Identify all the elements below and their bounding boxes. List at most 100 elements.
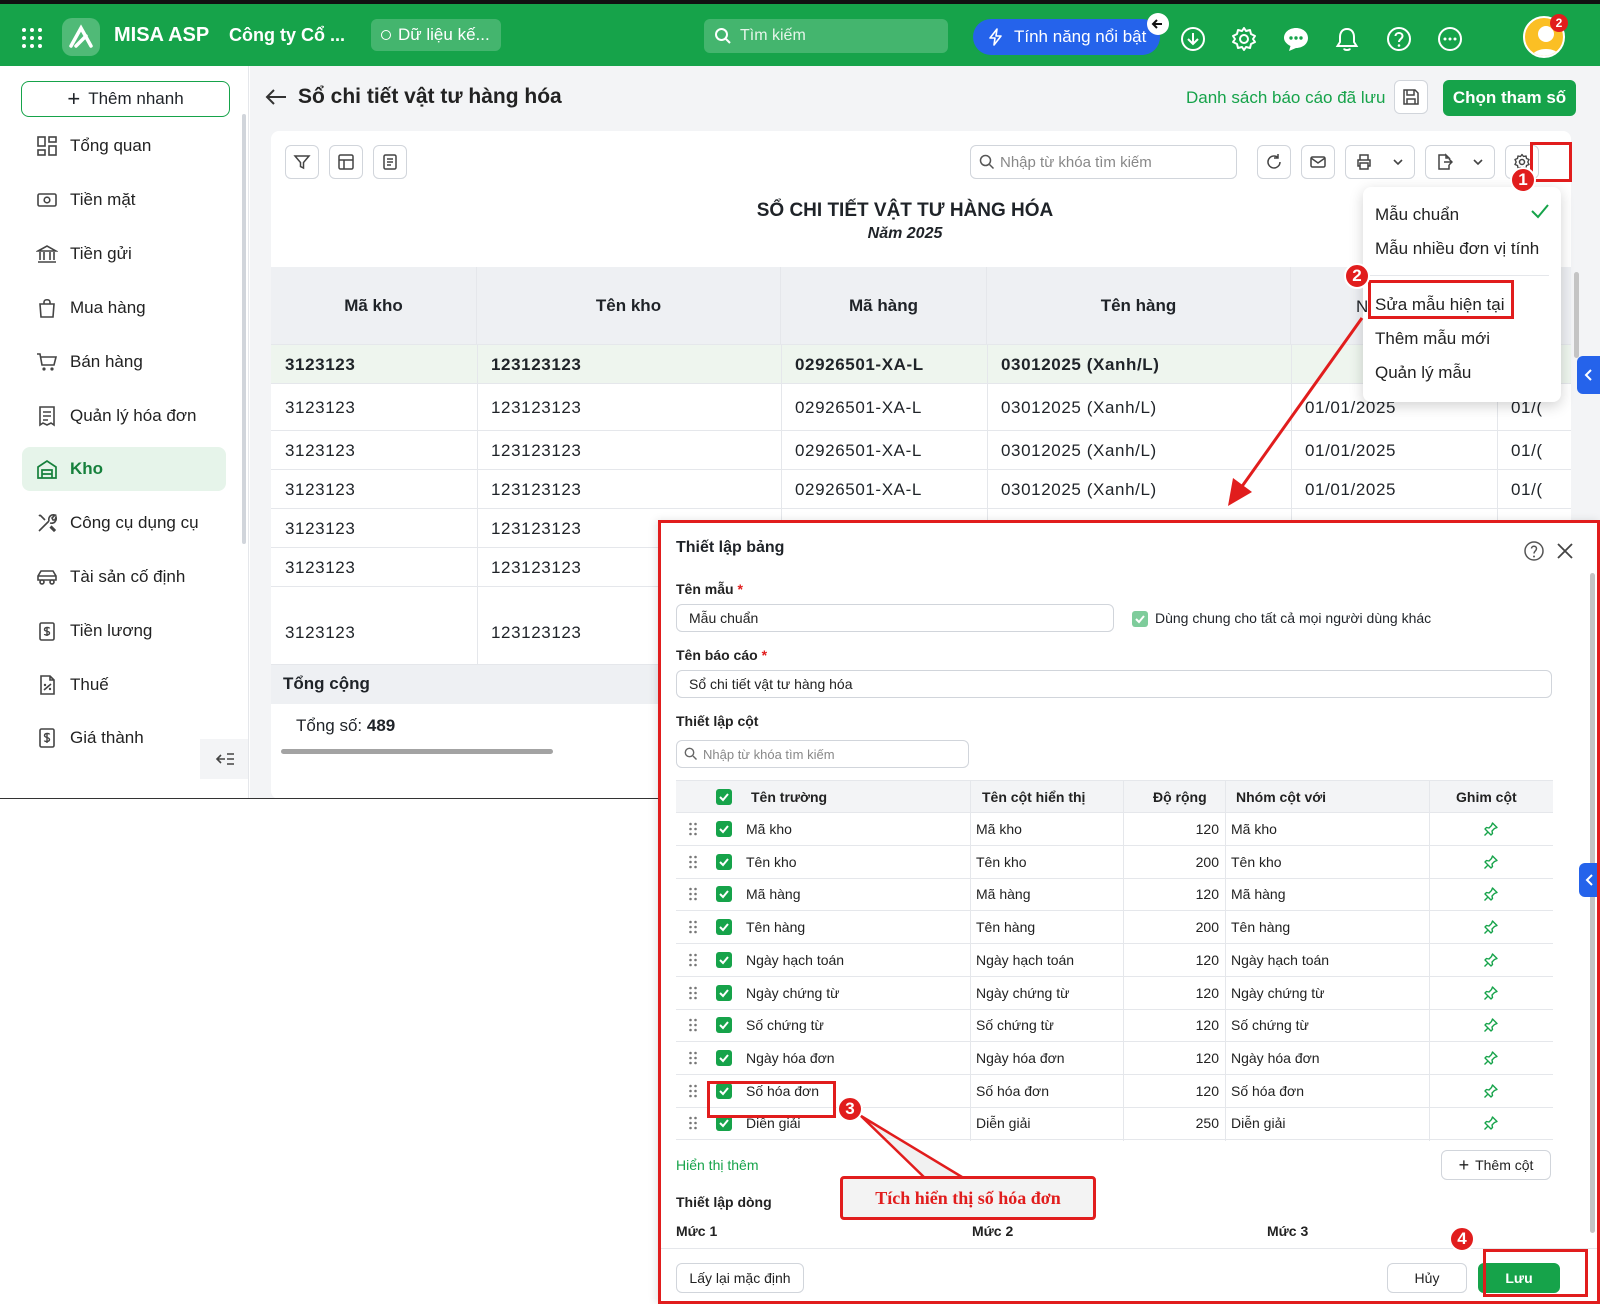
- group-with[interactable]: Số hóa đơn: [1231, 1083, 1304, 1099]
- drag-handle-icon[interactable]: [688, 986, 698, 1000]
- display-name[interactable]: Ngày hạch toán: [976, 952, 1074, 968]
- column-width[interactable]: 120: [1126, 886, 1219, 902]
- column-visible-checkbox[interactable]: [716, 951, 732, 968]
- display-name[interactable]: Số chứng từ: [976, 1017, 1054, 1033]
- pin-icon[interactable]: [1483, 919, 1499, 935]
- group-with[interactable]: Mã kho: [1231, 821, 1277, 837]
- column-visible-checkbox[interactable]: [716, 853, 732, 870]
- drag-handle-icon[interactable]: [688, 887, 698, 901]
- column-visible-checkbox[interactable]: [716, 984, 732, 1001]
- sidebar-item-tong-quan[interactable]: Tổng quan: [22, 124, 226, 168]
- column-width[interactable]: 200: [1126, 919, 1219, 935]
- drag-handle-icon[interactable]: [688, 1116, 698, 1130]
- columns-search-input[interactable]: Nhập từ khóa tìm kiếm: [676, 740, 969, 768]
- column-visible-checkbox[interactable]: [716, 821, 732, 837]
- global-search[interactable]: Tìm kiếm: [704, 19, 948, 53]
- grid-row[interactable]: Ngày chứng từ Ngày chứng từ 120 Ngày chứng …: [676, 977, 1553, 1010]
- pin-icon[interactable]: [1483, 821, 1499, 837]
- group-with[interactable]: Tên kho: [1231, 854, 1282, 870]
- document-view-button[interactable]: [373, 145, 407, 179]
- sidebar-item-cong-cu[interactable]: Công cụ dụng cụ: [22, 501, 226, 545]
- column-width[interactable]: 250: [1126, 1115, 1219, 1131]
- filter-button[interactable]: [285, 145, 319, 179]
- column-visible-checkbox[interactable]: [716, 1049, 732, 1066]
- pin-icon[interactable]: [1483, 985, 1499, 1001]
- grid-row[interactable]: Mã kho Mã kho 120 Mã kho: [676, 813, 1553, 846]
- column-width[interactable]: 120: [1126, 985, 1219, 1001]
- grid-row[interactable]: Ngày hóa đơn Ngày hóa đơn 120 Ngày hóa đơn: [676, 1042, 1553, 1075]
- column-width[interactable]: 200: [1126, 854, 1219, 870]
- company-name[interactable]: Công ty Cổ ...: [229, 25, 345, 46]
- drag-handle-icon[interactable]: [688, 953, 698, 967]
- table-view-button[interactable]: [329, 145, 363, 179]
- help-icon[interactable]: [1385, 25, 1413, 53]
- save-report-button[interactable]: [1394, 80, 1428, 114]
- menu-item-mau-chuan[interactable]: Mẫu chuẩn: [1375, 205, 1459, 225]
- export-button[interactable]: [1425, 145, 1495, 179]
- menu-item-quan-ly-mau[interactable]: Quản lý mẫu: [1375, 363, 1471, 383]
- grid-row[interactable]: Ngày hạch toán Ngày hạch toán 120 Ngày hạch…: [676, 944, 1553, 977]
- drag-handle-icon[interactable]: [688, 855, 698, 869]
- cancel-button[interactable]: Hủy: [1387, 1263, 1467, 1293]
- column-width[interactable]: 120: [1126, 1017, 1219, 1033]
- select-all-checkbox[interactable]: [716, 789, 732, 805]
- group-with[interactable]: Diễn giải: [1231, 1115, 1285, 1131]
- share-checkbox[interactable]: [1132, 611, 1148, 627]
- display-name[interactable]: Ngày chứng từ: [976, 985, 1069, 1001]
- column-width[interactable]: 120: [1126, 952, 1219, 968]
- template-name-input[interactable]: Mẫu chuẩn: [676, 604, 1114, 632]
- display-name[interactable]: Mã hàng: [976, 886, 1030, 902]
- pin-icon[interactable]: [1483, 1017, 1499, 1033]
- sidebar-item-tien-luong[interactable]: Tiền lương: [22, 609, 226, 653]
- pin-icon[interactable]: [1483, 1115, 1499, 1131]
- apps-grid-icon[interactable]: [20, 26, 44, 50]
- sidebar-scrollbar[interactable]: [242, 114, 246, 544]
- grid-row[interactable]: Tên kho Tên kho 200 Tên kho: [676, 846, 1553, 879]
- settings-icon[interactable]: [1230, 25, 1258, 53]
- sidebar-item-tien-mat[interactable]: Tiền mặt: [22, 178, 226, 222]
- column-width[interactable]: 120: [1126, 1050, 1219, 1066]
- more-icon[interactable]: [1436, 25, 1464, 53]
- header-ma-kho[interactable]: Mã kho: [271, 267, 477, 345]
- column-visible-checkbox[interactable]: [716, 919, 732, 936]
- table-row[interactable]: 3123123 123123123 02926501-XA-L 03012025…: [271, 470, 1571, 509]
- chat-icon[interactable]: [1282, 25, 1310, 53]
- group-with[interactable]: Tên hàng: [1231, 919, 1290, 935]
- feature-button[interactable]: Tính năng nổi bật: [973, 19, 1160, 55]
- sidebar-item-quan-ly-hoa-don[interactable]: Quản lý hóa đơn: [22, 394, 226, 438]
- group-with[interactable]: Ngày hóa đơn: [1231, 1050, 1320, 1066]
- display-name[interactable]: Tên hàng: [976, 919, 1035, 935]
- menu-item-mau-nhieu-dvt[interactable]: Mẫu nhiều đơn vị tính: [1375, 239, 1539, 259]
- table-row[interactable]: 3123123 123123123 02926501-XA-L 03012025…: [271, 431, 1571, 470]
- grid-row[interactable]: Mã hàng Mã hàng 120 Mã hàng: [676, 878, 1553, 912]
- group-with[interactable]: Ngày hạch toán: [1231, 952, 1329, 968]
- refresh-button[interactable]: [1257, 145, 1291, 179]
- help-icon[interactable]: [1523, 540, 1545, 562]
- pin-icon[interactable]: [1483, 1050, 1499, 1066]
- drag-handle-icon[interactable]: [688, 1084, 698, 1098]
- collapse-arrow-icon[interactable]: [1147, 13, 1169, 35]
- header-ma-hang[interactable]: Mã hàng: [781, 267, 987, 345]
- report-name-input[interactable]: Sổ chi tiết vật tư hàng hóa: [676, 670, 1552, 698]
- email-button[interactable]: [1301, 145, 1335, 179]
- choose-params-button[interactable]: Chọn tham số: [1443, 80, 1576, 116]
- group-with[interactable]: Ngày chứng từ: [1231, 985, 1324, 1001]
- back-arrow-icon[interactable]: [264, 87, 288, 107]
- drag-handle-icon[interactable]: [688, 822, 698, 836]
- pin-icon[interactable]: [1483, 1083, 1499, 1099]
- sidebar-item-gia-thanh[interactable]: Giá thành: [22, 716, 226, 760]
- pin-icon[interactable]: [1483, 952, 1499, 968]
- group-with[interactable]: Số chứng từ: [1231, 1017, 1309, 1033]
- report-search-input[interactable]: Nhập từ khóa tìm kiếm: [970, 145, 1237, 179]
- pin-icon[interactable]: [1483, 854, 1499, 870]
- saved-reports-link[interactable]: Danh sách báo cáo đã lưu: [1186, 88, 1385, 108]
- dialog-panel-toggle[interactable]: [1579, 863, 1597, 897]
- collapse-sidebar-icon[interactable]: [200, 739, 248, 779]
- column-width[interactable]: 120: [1126, 821, 1219, 837]
- group-with[interactable]: Mã hàng: [1231, 886, 1285, 902]
- display-name[interactable]: Diễn giải: [976, 1115, 1030, 1131]
- drag-handle-icon[interactable]: [688, 1018, 698, 1032]
- grid-row[interactable]: Số chứng từ Số chứng từ 120 Số chứng từ: [676, 1009, 1553, 1043]
- quick-add-button[interactable]: + Thêm nhanh: [21, 81, 230, 117]
- right-panel-toggle[interactable]: [1577, 356, 1600, 394]
